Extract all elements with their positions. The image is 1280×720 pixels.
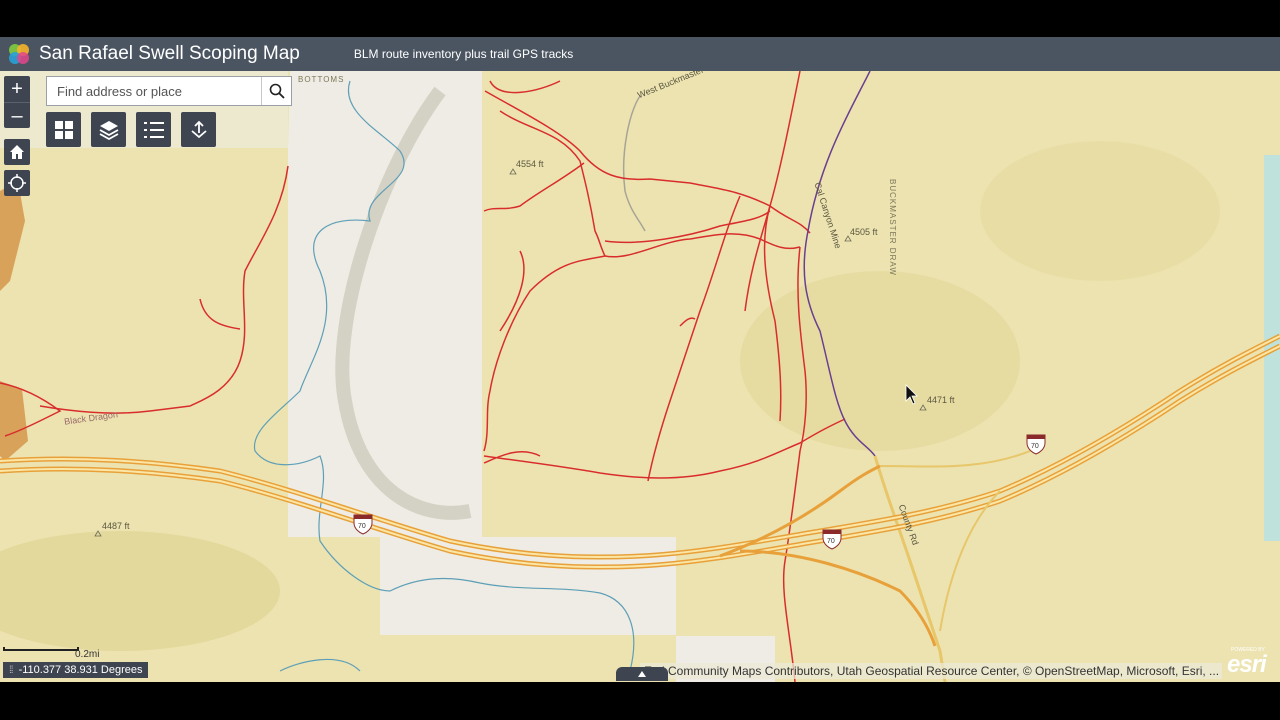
search-icon [269,83,285,99]
locate-icon [8,174,26,192]
locate-button[interactable] [4,170,30,196]
share-button[interactable] [181,112,216,147]
label-bottoms: BOTTOMS [298,75,345,84]
home-icon [10,145,24,159]
search-widget [46,76,292,106]
app-logo-icon [9,44,29,64]
basemap-gallery-icon [54,120,73,139]
interstate-label-1: 70 [358,523,366,530]
layers-button[interactable] [91,112,126,147]
video-letterbox-bottom [0,682,1280,720]
video-letterbox-top [0,0,1280,37]
esri-logo-text: esri [1227,651,1267,678]
coordinate-readout[interactable]: ⁞⁞ -110.377 38.931 Degrees [3,662,148,678]
scale-bar: 0.2mi [3,643,99,660]
zoom-in-button[interactable]: + [4,76,30,102]
coordinate-text: -110.377 38.931 Degrees [18,664,143,676]
chevron-up-icon [638,671,646,677]
app-subtitle: BLM route inventory plus trail GPS track… [353,47,574,61]
interstate-label-3: 70 [1031,443,1039,450]
legend-icon [143,121,164,138]
zoom-control: + – [4,76,30,128]
attribution-text: Esri Community Maps Contributors, Utah G… [644,664,1220,678]
app-title: San Rafael Swell Scoping Map [39,43,300,64]
basemap[interactable] [0,71,1280,682]
label-elev-4487: 4487 ft [102,521,130,531]
attribution[interactable]: Esri Community Maps Contributors, Utah G… [640,663,1222,679]
interstate-label-2: 70 [827,538,835,545]
legend-button[interactable] [136,112,171,147]
app-header: San Rafael Swell Scoping Map BLM route i… [0,37,1280,71]
attribution-toggle-button[interactable] [616,667,668,681]
search-button[interactable] [261,77,291,105]
label-elev-4554: 4554 ft [516,159,544,169]
zoom-out-button[interactable]: – [4,102,30,128]
search-input[interactable] [47,77,261,105]
label-elev-4505: 4505 ft [850,227,878,237]
basemap-gallery-button[interactable] [46,112,81,147]
map-view[interactable]: BOTTOMS West Buckmaster 4554 ft 4505 ft … [0,71,1280,682]
share-icon [190,120,207,138]
layers-icon [99,120,118,140]
label-elev-4471: 4471 ft [927,395,955,405]
drag-handle-icon[interactable]: ⁞⁞ [3,665,19,676]
scale-bar-label: 0.2mi [75,649,100,660]
home-button[interactable] [4,139,30,165]
scale-bar-line [3,647,79,651]
label-buckmaster-draw: BUCKMASTER DRAW [888,179,897,276]
